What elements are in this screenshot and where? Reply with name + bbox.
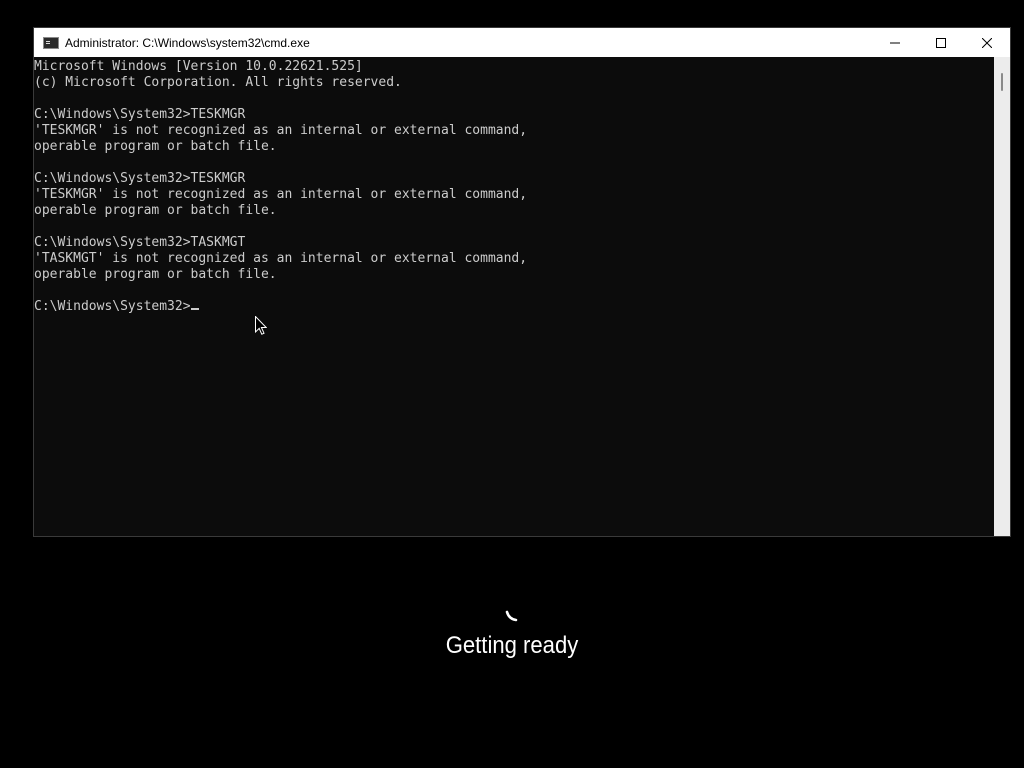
vertical-scrollbar[interactable] [994, 57, 1010, 536]
window-controls [872, 28, 1010, 57]
console-line: operable program or batch file. [34, 139, 277, 154]
text-cursor [190, 308, 199, 310]
console-line: C:\Windows\System32>TESKMGR [34, 171, 246, 186]
console-line: 'TASKMGT' is not recognized as an intern… [34, 251, 528, 266]
console-line: C:\Windows\System32>TASKMGT [34, 235, 246, 250]
console-line: 'TESKMGR' is not recognized as an intern… [34, 123, 528, 138]
console-history: Microsoft Windows [Version 10.0.22621.52… [34, 59, 527, 282]
cmd-window[interactable]: Administrator: C:\Windows\system32\cmd.e… [33, 27, 1011, 537]
boot-status-text: Getting ready [445, 632, 579, 659]
console-text: Microsoft Windows [Version 10.0.22621.52… [34, 57, 995, 315]
mouse-pointer-icon [255, 316, 267, 335]
console-output-area[interactable]: Microsoft Windows [Version 10.0.22621.52… [34, 57, 995, 536]
console-line: (c) Microsoft Corporation. All rights re… [34, 75, 402, 90]
maximize-button[interactable] [918, 28, 964, 57]
command-prompt: C:\Windows\System32> [34, 299, 191, 314]
console-line: Microsoft Windows [Version 10.0.22621.52… [34, 59, 363, 74]
console-line: C:\Windows\System32>TESKMGR [34, 107, 246, 122]
scrollbar-thumb[interactable] [1001, 73, 1003, 91]
title-bar[interactable]: Administrator: C:\Windows\system32\cmd.e… [34, 28, 1010, 57]
console-line: operable program or batch file. [34, 267, 277, 282]
maximize-icon [936, 37, 946, 48]
window-title: Administrator: C:\Windows\system32\cmd.e… [65, 35, 310, 50]
boot-status: Getting ready [0, 608, 1024, 660]
console-line: operable program or batch file. [34, 203, 277, 218]
minimize-button[interactable] [872, 28, 918, 57]
close-icon [982, 37, 992, 48]
console-line: 'TESKMGR' is not recognized as an intern… [34, 187, 528, 202]
close-button[interactable] [964, 28, 1010, 57]
cmd-app-icon[interactable] [43, 36, 59, 49]
loading-spinner-icon [505, 610, 518, 622]
minimize-icon [890, 42, 900, 43]
